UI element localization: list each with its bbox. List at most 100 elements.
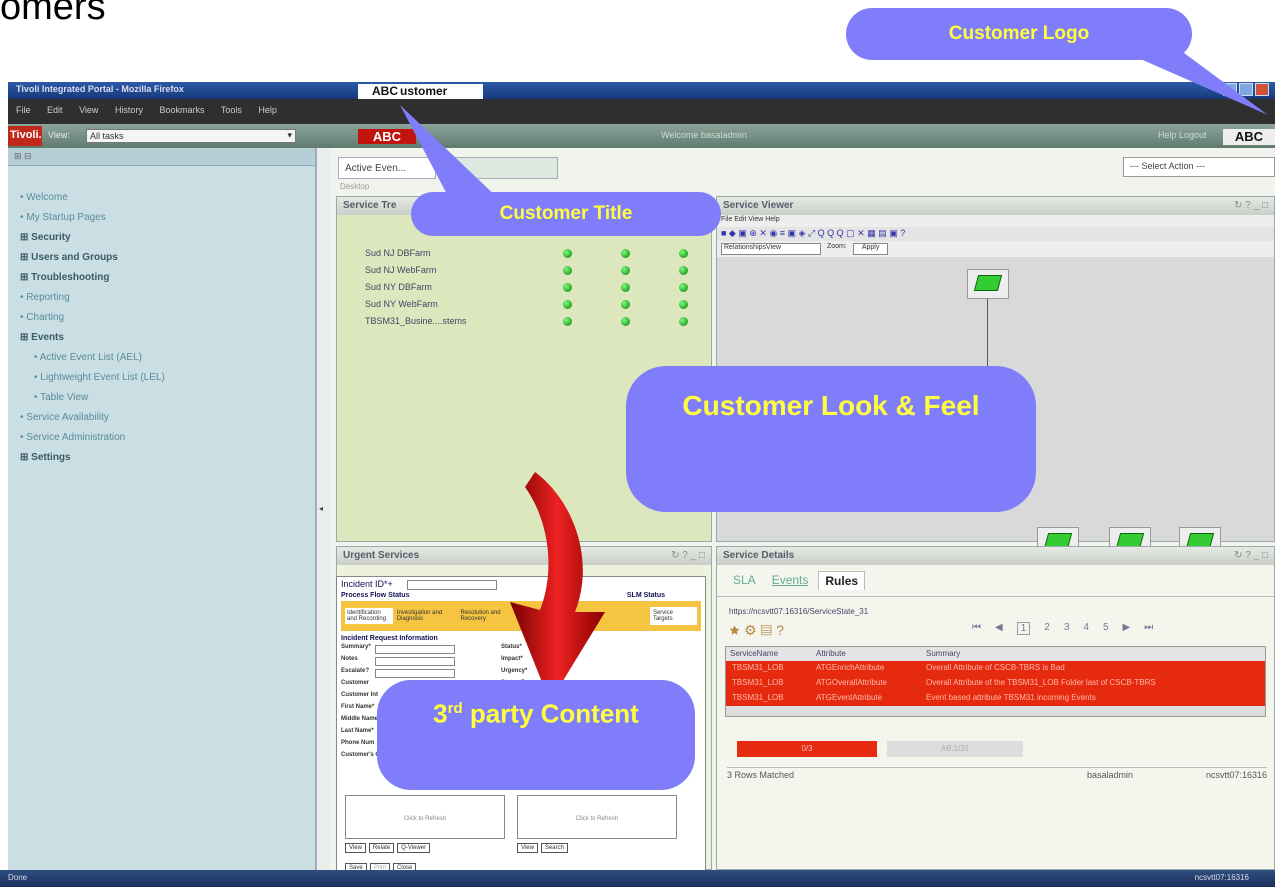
rules-toolbar-icons[interactable]: 🟊 ⚙ ▤ ?: [729, 622, 784, 638]
menu-bar: File Edit View History Bookmarks Tools H…: [8, 99, 1275, 124]
search-button[interactable]: Search: [540, 843, 568, 853]
tree-row[interactable]: Sud NJ DBFarm: [337, 245, 711, 262]
incident-id-input[interactable]: [406, 579, 497, 590]
viewer-options: RelationshipsView Zoom: Apply: [717, 241, 1274, 257]
page-number[interactable]: 1: [1016, 622, 1031, 635]
collapse-arrow-icon[interactable]: ◂: [319, 504, 323, 513]
tab-sla[interactable]: SLA: [727, 571, 762, 590]
view-dropdown[interactable]: RelationshipsView: [721, 243, 821, 255]
pagination: ⏮ ◀ 1 2 3 4 5 ▶ ⏭: [972, 622, 1153, 635]
pager-nav-icon[interactable]: ⏮: [972, 622, 981, 635]
q-viewer-button[interactable]: Q-Viewer: [397, 843, 431, 853]
table-row[interactable]: TBSM31_LOB ATGEventAttribute Event based a…: [726, 691, 1265, 706]
menu-bookmarks[interactable]: Bookmarks: [159, 105, 204, 115]
menu-tools[interactable]: Tools: [221, 105, 242, 115]
portlet-header-details: Service Details ↻ ? _ □: [717, 547, 1274, 565]
form-field-input[interactable]: [375, 668, 455, 678]
sidebar-splitter[interactable]: ◂: [316, 148, 330, 870]
failed-count-bar: 0/3: [737, 741, 877, 757]
pager-nav-icon[interactable]: ◀: [995, 622, 1003, 635]
service-targets-button[interactable]: Service Targets: [649, 606, 698, 625]
rules-toolbar: 🟊 ⚙ ▤ ? ⏮ ◀ 1 2 3 4 5 ▶ ⏭: [717, 618, 1274, 642]
sidebar-item[interactable]: • Charting: [20, 308, 315, 328]
tree-row[interactable]: Sud NY WebFarm: [337, 296, 711, 313]
menu-view[interactable]: View: [79, 105, 98, 115]
table-row[interactable]: TBSM31_LOB ATGEnrichAttribute Overall Attr…: [726, 661, 1265, 676]
sidebar-item[interactable]: • Welcome: [20, 188, 315, 208]
help-logout-links[interactable]: Help Logout: [1158, 130, 1207, 140]
sidebar-item[interactable]: ⊞ Events: [20, 328, 315, 348]
tree-row[interactable]: Sud NJ WebFarm: [337, 262, 711, 279]
sidebar-item[interactable]: ⊞ Troubleshooting: [20, 268, 315, 288]
status-ok-icon: [563, 249, 572, 258]
view-button-2[interactable]: View: [517, 843, 538, 853]
menu-file[interactable]: File: [16, 105, 31, 115]
ok-count-bar: AB:1/31: [887, 741, 1023, 757]
page-number[interactable]: 5: [1103, 622, 1109, 635]
status-ok-icon: [563, 266, 572, 275]
slide-title: omers: [0, 0, 106, 28]
sidebar-item[interactable]: • Service Availability: [20, 408, 315, 428]
page-number[interactable]: 2: [1044, 622, 1050, 635]
service-node[interactable]: [967, 269, 1009, 299]
sidebar-item[interactable]: ⊞ Security: [20, 228, 315, 248]
nav-tree: • Welcome • My Startup Pages ⊞ Security ⊞ U…: [8, 166, 315, 468]
viewer-menu[interactable]: File Edit View Help: [717, 215, 1274, 227]
sidebar-item[interactable]: ⊞ Settings: [20, 448, 315, 468]
page-number[interactable]: 4: [1083, 622, 1089, 635]
sidebar-item[interactable]: • Table View: [20, 388, 315, 408]
menu-history[interactable]: History: [115, 105, 143, 115]
select-action-dropdown[interactable]: --- Select Action ---: [1123, 157, 1275, 177]
rules-table: ServiceName Attribute Summary TBSM31_LOB…: [725, 646, 1266, 717]
status-ok-icon: [679, 283, 688, 292]
sidebar-item[interactable]: • Active Event List (AEL): [20, 348, 315, 368]
status-ok-icon: [621, 266, 630, 275]
form-field-label: Middle Name: [341, 715, 379, 722]
sidebar-item[interactable]: • My Startup Pages: [20, 208, 315, 228]
view-select[interactable]: All tasks ▾: [86, 129, 296, 143]
status-ok-icon: [563, 300, 572, 309]
tree-row[interactable]: TBSM31_Busine....stems: [337, 313, 711, 330]
sidebar-item[interactable]: • Reporting: [20, 288, 315, 308]
menu-help[interactable]: Help: [258, 105, 277, 115]
details-tabs: SLA Events Rules: [717, 565, 1274, 597]
view-button[interactable]: View: [345, 843, 366, 853]
sidebar-item[interactable]: • Lightweight Event List (LEL): [20, 368, 315, 388]
tab-rules[interactable]: Rules: [818, 571, 866, 590]
table-row[interactable]: TBSM31_LOB ATGOverallAttribute Overall Att…: [726, 676, 1265, 691]
form-field-label: Notes: [341, 655, 358, 662]
pager-nav-icon[interactable]: ▶: [1123, 622, 1131, 635]
status-ok-icon: [679, 300, 688, 309]
menu-edit[interactable]: Edit: [47, 105, 63, 115]
form-field-label: Phone Num: [341, 739, 375, 746]
chevron-down-icon: ▾: [287, 130, 292, 140]
form-field-label: Escalate?: [341, 667, 370, 674]
relate-button[interactable]: Relate: [368, 843, 395, 853]
welcome-text: Welcome basaladmin: [661, 130, 747, 140]
viewer-toolbar-icons[interactable]: ■ ◆ ▣ ⊕ ✕ ◉ ≡ ▣ ◈ ⤢ Q Q Q ▢ ✕ ▦ ▤ ▣ ?: [717, 227, 1274, 241]
tab-events[interactable]: Events: [766, 571, 815, 590]
view-label: View:: [48, 130, 70, 140]
tree-row[interactable]: Sud NY DBFarm: [337, 279, 711, 296]
refresh-panel-left[interactable]: Click to Refresh: [345, 795, 505, 839]
table-header: ServiceName Attribute Summary: [726, 647, 1265, 661]
sidebar-item[interactable]: ⊞ Users and Groups: [20, 248, 315, 268]
expand-collapse-icon[interactable]: ⊞ ⊟: [8, 148, 38, 165]
horizontal-scrollbar[interactable]: [726, 706, 1265, 716]
callout-look-and-feel: Customer Look & Feel: [626, 366, 1036, 512]
tivoli-logo: Tivoli.: [8, 126, 42, 146]
window-title: Tivoli Integrated Portal - Mozilla Firef…: [16, 84, 184, 94]
status-ok-icon: [621, 283, 630, 292]
refresh-panel-right[interactable]: Click to Refresh: [517, 795, 677, 839]
apply-button[interactable]: Apply: [852, 243, 889, 255]
zoom-label: Zoom:: [827, 243, 847, 250]
form-field-input[interactable]: [375, 644, 455, 654]
sidebar-item[interactable]: • Service Administration: [20, 428, 315, 448]
form-field-input[interactable]: [375, 656, 455, 666]
navigation-sidebar: ⊞ ⊟ • Welcome • My Startup Pages ⊞ Securit…: [8, 148, 316, 870]
callout-customer-title: Customer Title: [411, 192, 721, 236]
process-flow-label: Process Flow Status: [341, 591, 410, 599]
page-number[interactable]: 3: [1064, 622, 1070, 635]
pager-nav-icon[interactable]: ⏭: [1144, 622, 1153, 635]
status-ok-icon: [679, 249, 688, 258]
